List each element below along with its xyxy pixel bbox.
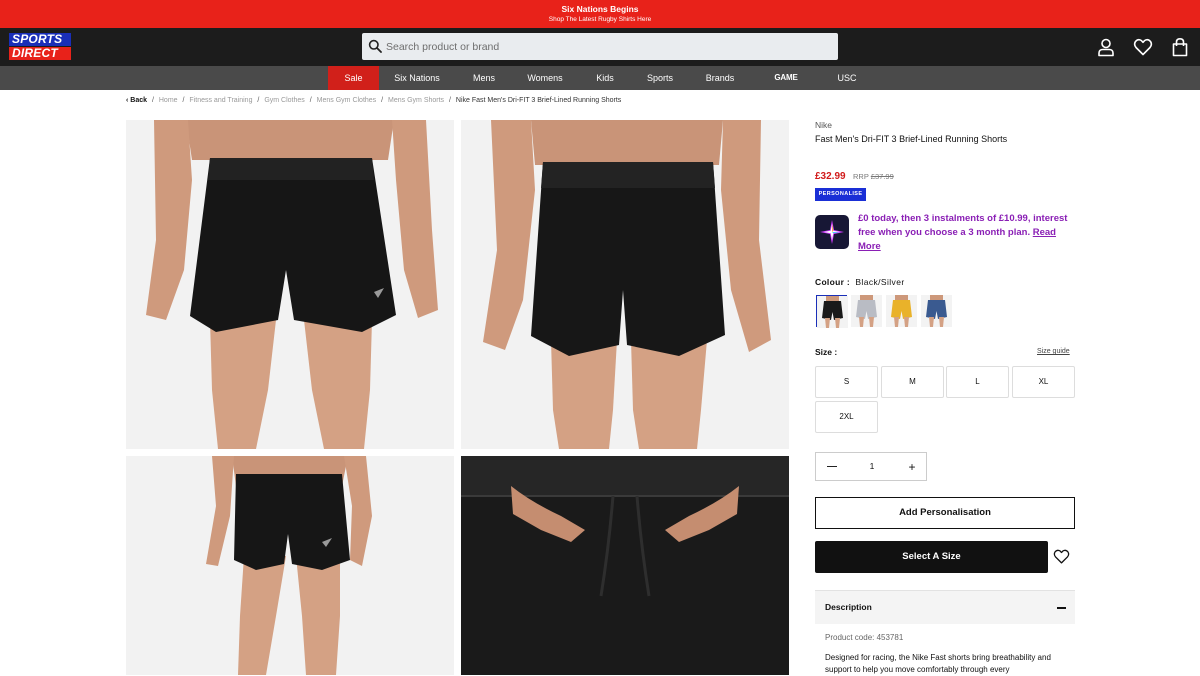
quantity-stepper: 1 + <box>815 452 927 481</box>
promo-subtitle: Shop The Latest Rugby Shirts Here <box>548 16 652 23</box>
product-image-side[interactable] <box>126 456 454 675</box>
size-guide-link[interactable]: Size guide <box>1037 348 1070 355</box>
product-image-back[interactable] <box>461 120 789 449</box>
payment-plan-logo <box>815 215 849 249</box>
rrp-label: RRP <box>853 172 869 181</box>
bag-icon[interactable] <box>1170 37 1190 57</box>
product-code: Product code: 453781 <box>825 633 904 642</box>
sparkle-cross-icon <box>820 220 844 244</box>
search-bar[interactable] <box>362 33 838 60</box>
personalise-badge: PERSONALISE <box>815 188 866 201</box>
colour-swatch-black[interactable] <box>816 295 848 328</box>
quantity-decrease-button[interactable] <box>827 466 837 468</box>
quantity-value[interactable]: 1 <box>862 461 882 471</box>
breadcrumb-mens-gym-clothes[interactable]: Mens Gym Clothes <box>317 97 377 104</box>
product-title: Fast Men's Dri-FIT 3 Brief-Lined Running… <box>815 134 1008 144</box>
breadcrumb-fitness[interactable]: Fitness and Training <box>189 97 252 104</box>
nav-item-sports[interactable]: Sports <box>638 66 682 90</box>
colour-value: Black/Silver <box>855 277 905 287</box>
breadcrumb: ‹ Back / Home / Fitness and Training / G… <box>126 97 621 104</box>
breadcrumb-separator: / <box>381 97 384 104</box>
breadcrumb-separator: / <box>257 97 260 104</box>
select-size-button[interactable]: Select A Size <box>815 541 1048 573</box>
nav-item-sale[interactable]: Sale <box>328 66 379 90</box>
breadcrumb-mens-gym-shorts[interactable]: Mens Gym Shorts <box>388 97 444 104</box>
breadcrumb-current: Nike Fast Men's Dri-FIT 3 Brief-Lined Ru… <box>455 97 622 104</box>
breadcrumb-home[interactable]: Home <box>159 97 178 104</box>
nav-item-kids[interactable]: Kids <box>586 66 624 90</box>
colour-swatch-yellow[interactable] <box>886 295 917 327</box>
product-price: £32.99 <box>815 171 846 182</box>
colour-label: Colour : <box>815 277 850 287</box>
collapse-icon[interactable] <box>1057 607 1066 609</box>
colour-selector-label: Colour : Black/Silver <box>815 277 905 287</box>
nav-item-womens[interactable]: Womens <box>518 66 572 90</box>
nav-item-game[interactable]: GAME <box>766 66 806 90</box>
breadcrumb-separator: / <box>449 97 451 104</box>
colour-swatch-grey[interactable] <box>851 295 882 327</box>
breadcrumb-separator: / <box>151 97 154 104</box>
size-option-m[interactable]: M <box>881 366 944 398</box>
size-option-l[interactable]: L <box>946 366 1009 398</box>
back-link[interactable]: ‹ Back <box>126 97 147 104</box>
account-icon[interactable] <box>1096 37 1116 57</box>
product-image-front[interactable] <box>126 120 454 449</box>
size-label: Size : <box>815 347 838 357</box>
promo-banner[interactable]: Six Nations Begins Shop The Latest Rugby… <box>0 0 1200 28</box>
wishlist-heart-icon[interactable] <box>1053 548 1070 565</box>
add-personalisation-button[interactable]: Add Personalisation <box>815 497 1075 529</box>
breadcrumb-separator: / <box>309 97 312 104</box>
size-option-xl[interactable]: XL <box>1012 366 1075 398</box>
nav-item-usc[interactable]: USC <box>830 66 864 90</box>
nav-item-mens[interactable]: Mens <box>462 66 506 90</box>
promo-title: Six Nations Begins <box>561 4 639 14</box>
breadcrumb-separator: / <box>182 97 185 104</box>
description-text: Designed for racing, the Nike Fast short… <box>825 653 1051 674</box>
payment-plan-text: £0 today, then 3 instalments of £10.99, … <box>858 212 1078 254</box>
description-title[interactable]: Description <box>825 602 872 612</box>
logo-line-1: SPORTS <box>9 33 71 46</box>
description-accordion: Description Product code: 453781 Designe… <box>815 590 1075 676</box>
search-input[interactable] <box>386 33 826 60</box>
quantity-increase-button[interactable]: + <box>906 460 918 474</box>
nav-item-six-nations[interactable]: Six Nations <box>386 66 448 90</box>
product-brand[interactable]: Nike <box>815 120 832 130</box>
colour-swatch-blue[interactable] <box>921 295 952 327</box>
product-image-detail[interactable] <box>461 456 789 675</box>
size-option-2xl[interactable]: 2XL <box>815 401 878 433</box>
sports-direct-logo[interactable]: SPORTS DIRECT <box>9 33 71 61</box>
main-nav: Sale Six Nations Mens Womens Kids Sports… <box>0 66 1200 90</box>
site-header: SPORTS DIRECT <box>0 28 1200 66</box>
nav-item-brands[interactable]: Brands <box>697 66 743 90</box>
heart-icon[interactable] <box>1133 37 1153 57</box>
product-rrp: RRP £37.99 <box>853 172 894 181</box>
back-label: Back <box>130 97 148 104</box>
breadcrumb-gym-clothes[interactable]: Gym Clothes <box>264 97 304 104</box>
size-option-s[interactable]: S <box>815 366 878 398</box>
logo-line-2: DIRECT <box>9 47 71 60</box>
description-content: Product code: 453781 Designed for racing… <box>815 624 1075 676</box>
rrp-value: £37.99 <box>870 172 894 181</box>
search-icon <box>368 39 382 53</box>
